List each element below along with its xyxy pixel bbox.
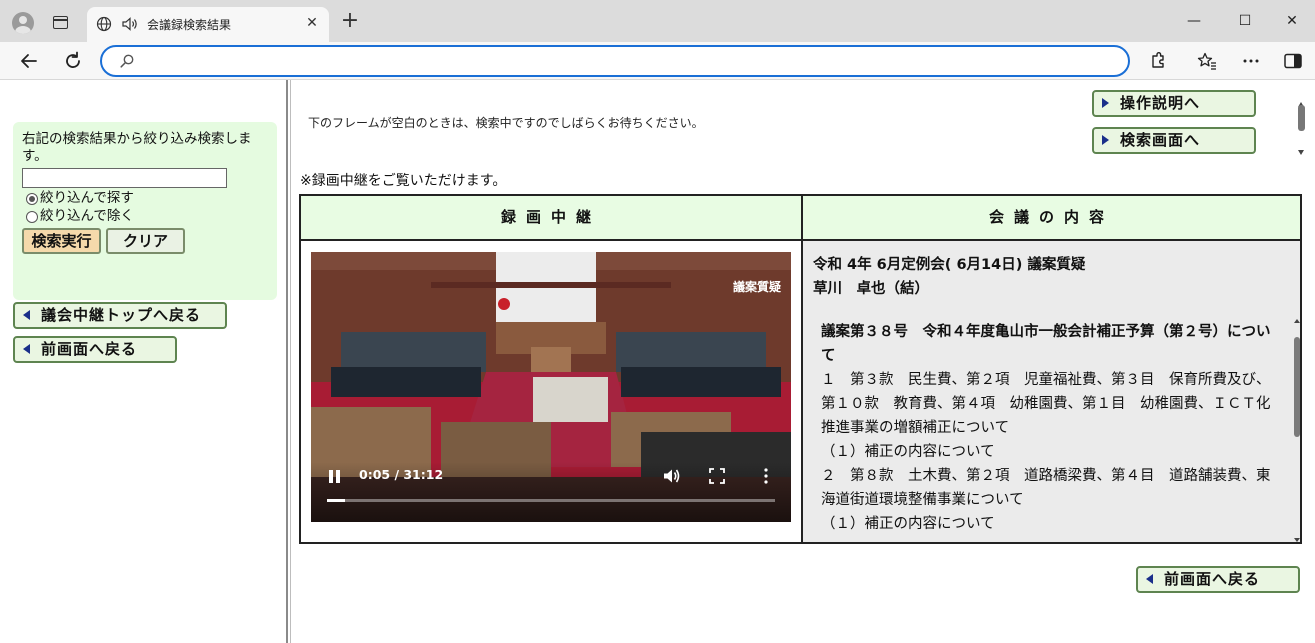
agenda-item: （１）補正の内容について — [821, 444, 995, 460]
extensions-icon[interactable] — [1147, 51, 1169, 71]
left-frame: 右記の検索結果から絞り込み検索します。 絞り込んで探す 絞り込んで除く 検索実行… — [0, 80, 286, 643]
video-progress-fill — [327, 499, 345, 502]
scrollbar-thumb[interactable] — [1298, 105, 1305, 131]
search-icon — [120, 54, 134, 68]
search-screen-button-label: 検索画面へ — [1120, 131, 1201, 149]
back-to-top-button[interactable]: 議会中継トップへ戻る — [13, 302, 227, 329]
right-frame: 操作説明へ 検索画面へ 下のフレームが空白のときは、検索中ですのでしばらくお待ち… — [291, 80, 1315, 643]
search-screen-button[interactable]: 検索画面へ — [1092, 127, 1256, 154]
agenda-scrollbar[interactable] — [1294, 319, 1300, 542]
search-execute-button[interactable]: 検索実行 — [22, 228, 101, 254]
video-time: 0:05 / 31:12 — [359, 467, 444, 482]
back-to-previous-label: 前画面へ戻る — [41, 340, 138, 358]
tab-title: 会議録検索結果 — [147, 18, 232, 32]
scroll-up-arrow-icon[interactable] — [1294, 319, 1300, 323]
filter-panel: 右記の検索結果から絞り込み検索します。 絞り込んで探す 絞り込んで除く 検索実行… — [13, 122, 277, 300]
header-meeting-content: 会議の内容 — [803, 196, 1300, 241]
active-tab[interactable]: 会議録検索結果 ✕ — [87, 7, 329, 42]
filter-input[interactable] — [22, 168, 227, 188]
manual-button[interactable]: 操作説明へ — [1092, 90, 1256, 117]
back-to-previous-button[interactable]: 前画面へ戻る — [13, 336, 177, 363]
agenda-title: 議案第３８号 令和４年度亀山市一般会計補正予算（第２号）について — [821, 324, 1271, 364]
sidebar-icon[interactable] — [1282, 51, 1304, 71]
minimize-button[interactable]: — — [1180, 8, 1208, 34]
left-arrow-icon — [1146, 574, 1153, 584]
more-icon[interactable] — [1240, 51, 1262, 71]
agenda-scroll-area[interactable]: 議案第３８号 令和４年度亀山市一般会計補正予算（第２号）について １ 第３款 民… — [803, 320, 1300, 542]
bottom-back-button[interactable]: 前画面へ戻る — [1136, 566, 1300, 593]
video-caption: 議案質疑 — [732, 280, 781, 294]
filter-label: 右記の検索結果から絞り込み検索します。 — [22, 131, 252, 164]
video-more-icon[interactable] — [763, 468, 769, 484]
favorites-icon[interactable] — [1196, 51, 1218, 71]
meeting-heading: 令和 4年 6月定例会( 6月14日) 議案質疑 草川 卓也（結） — [813, 253, 1085, 301]
scroll-down-arrow-icon[interactable] — [1294, 538, 1300, 542]
address-toolbar — [0, 42, 1315, 80]
volume-icon[interactable] — [663, 468, 681, 484]
radio-narrow[interactable]: 絞り込んで探す — [26, 190, 134, 207]
manual-button-label: 操作説明へ — [1120, 94, 1201, 112]
scrollbar-thumb[interactable] — [1294, 337, 1300, 437]
browser-tab-bar: 会議録検索結果 ✕ + — ☐ ✕ — [0, 0, 1315, 42]
radio-narrow-button[interactable] — [26, 192, 38, 205]
left-arrow-icon — [23, 344, 30, 354]
agenda-item: ２ 第８款 土木費、第２項 道路橋梁費、第４目 道路舗装費、東海道街道環境整備事… — [821, 468, 1271, 508]
loading-note: 下のフレームが空白のときは、検索中ですのでしばらくお待ちください。 — [308, 116, 704, 130]
right-arrow-icon — [1102, 98, 1109, 108]
header-recording: 録画中継 — [301, 196, 803, 241]
speaker-icon[interactable] — [121, 16, 139, 32]
tab-close-icon[interactable]: ✕ — [303, 14, 321, 32]
video-player[interactable]: 議案質疑 0:05 / 31:12 — [311, 252, 791, 522]
meeting-content-cell: 令和 4年 6月定例会( 6月14日) 議案質疑 草川 卓也（結） 議案第３８号… — [803, 241, 1300, 542]
radio-exclude[interactable]: 絞り込んで除く — [26, 208, 134, 225]
agenda-item: １ 第３款 民生費、第２項 児童福祉費、第３目 保育所費及び、第１０款 教育費、… — [821, 372, 1271, 436]
frame-scrollbar[interactable] — [1297, 102, 1305, 155]
recording-note: ※録画中継をご覧いただけます。 — [300, 173, 507, 189]
new-tab-button[interactable]: + — [339, 10, 361, 32]
refresh-icon[interactable] — [60, 48, 86, 74]
radio-exclude-label: 絞り込んで除く — [40, 208, 134, 224]
close-window-button[interactable]: ✕ — [1278, 8, 1306, 34]
video-cell: 議案質疑 0:05 / 31:12 — [301, 241, 803, 542]
scroll-down-arrow-icon[interactable] — [1298, 150, 1304, 155]
video-progress-bar[interactable] — [327, 499, 775, 502]
left-arrow-icon — [23, 310, 30, 320]
pause-icon[interactable] — [329, 470, 341, 484]
globe-icon — [96, 16, 112, 32]
profile-icon[interactable] — [12, 12, 34, 34]
video-controls: 0:05 / 31:12 — [311, 462, 791, 522]
fullscreen-icon[interactable] — [709, 468, 725, 484]
agenda-item: （１）補正の内容について — [821, 516, 995, 532]
maximize-button[interactable]: ☐ — [1231, 8, 1259, 34]
clear-button[interactable]: クリア — [106, 228, 185, 254]
back-icon[interactable] — [16, 48, 42, 74]
agenda-body: １ 第３款 民生費、第２項 児童福祉費、第３目 保育所費及び、第１０款 教育費、… — [821, 368, 1275, 536]
right-arrow-icon — [1102, 135, 1109, 145]
meeting-title: 令和 4年 6月定例会( 6月14日) 議案質疑 — [813, 257, 1086, 273]
bottom-back-label: 前画面へ戻る — [1164, 570, 1261, 588]
radio-narrow-label: 絞り込んで探す — [40, 190, 134, 206]
back-to-top-label: 議会中継トップへ戻る — [41, 306, 202, 324]
url-input[interactable] — [144, 51, 1114, 71]
radio-exclude-button[interactable] — [26, 210, 38, 223]
result-table: 録画中継 会議の内容 議案質疑 0:05 / 31:12 令和 4年 6月定例会… — [299, 194, 1302, 544]
tab-actions-icon[interactable] — [53, 16, 68, 29]
address-bar[interactable] — [100, 45, 1130, 77]
speaker-name: 草川 卓也（結） — [813, 281, 929, 297]
